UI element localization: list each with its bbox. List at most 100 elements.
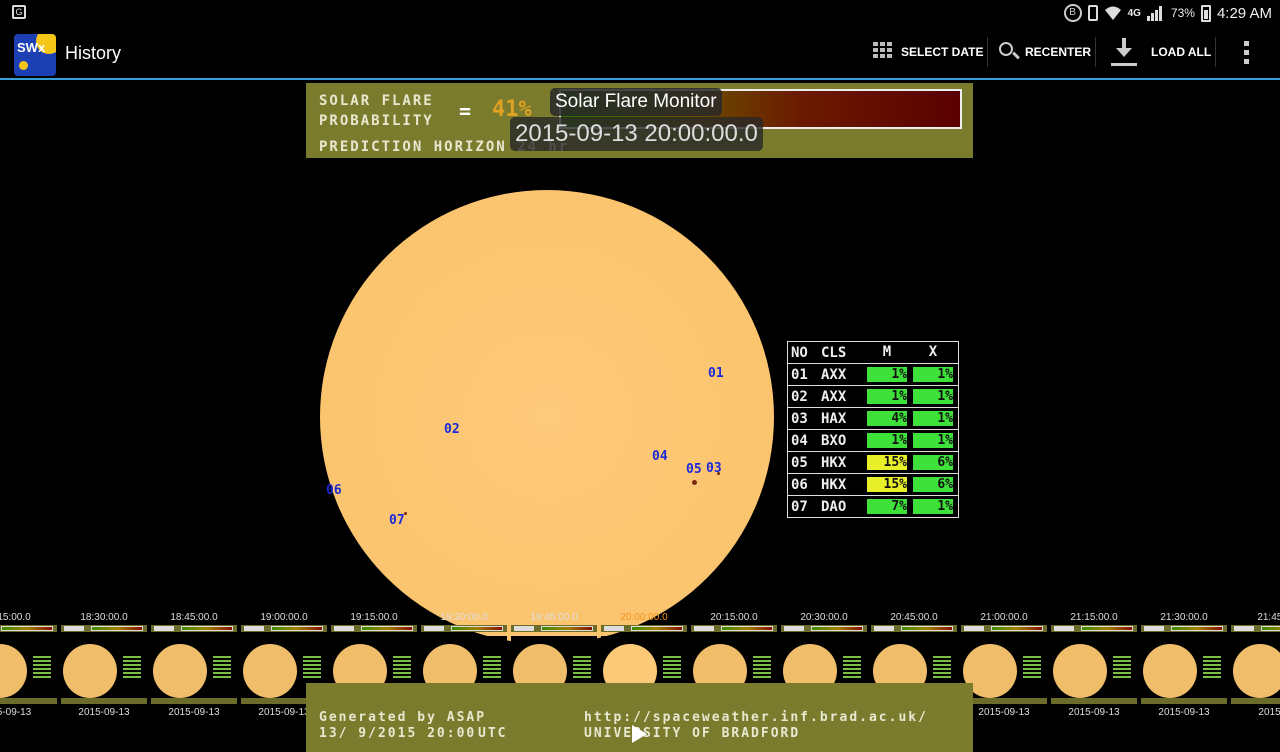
solar-disk-image[interactable]: 01 02 03 04 05 06 07	[320, 190, 774, 644]
frame-thumbnail	[0, 636, 57, 704]
frame-header	[1231, 625, 1280, 632]
play-icon[interactable]	[632, 725, 647, 743]
load-all-button[interactable]: LOAD ALL	[1111, 37, 1211, 67]
frame-header	[1141, 625, 1227, 632]
app-title-toast: Solar Flare Monitor	[550, 88, 722, 116]
history-frame[interactable]: 21:30:00.0 2015-09-13	[1140, 610, 1228, 720]
region-number: 06	[791, 476, 808, 493]
frame-header	[241, 625, 327, 632]
footer-url: http://spaceweather.inf.brad.ac.uk/	[584, 710, 928, 725]
divider	[1095, 37, 1096, 67]
table-row: 06 HKX 15% 6%	[788, 473, 958, 495]
frame-header	[151, 625, 237, 632]
x-probability: 1%	[913, 499, 953, 514]
history-frame[interactable]: 21:45:0 2015-0	[1230, 610, 1280, 720]
frame-footer	[1141, 698, 1227, 704]
frame-time: 19:15:00.0	[350, 612, 398, 623]
m-probability: 15%	[867, 455, 907, 470]
zoom-icon	[999, 42, 1020, 62]
table-row: 05 HKX 15% 6%	[788, 451, 958, 473]
frame-time: 21:00:00.0	[980, 612, 1028, 623]
frame-time: 20:30:00.0	[800, 612, 848, 623]
region-label: 07	[389, 513, 405, 528]
app-logo-icon[interactable]: SWx	[14, 34, 56, 76]
footer-institution: UNIVERSITY OF BRADFORD	[584, 726, 801, 741]
frame-footer	[961, 698, 1047, 704]
table-row: 01 AXX 1% 1%	[788, 363, 958, 385]
frame-time: 18:30:00.0	[80, 612, 128, 623]
frame-time: 21:45:0	[1257, 612, 1280, 623]
table-row: 04 BXO 1% 1%	[788, 429, 958, 451]
divider	[1215, 37, 1216, 67]
frame-thumbnail	[1231, 636, 1280, 704]
region-class: AXX	[821, 388, 847, 405]
equals-sign: =	[459, 99, 472, 123]
history-frame[interactable]: 15:00.0 5-09-13	[0, 610, 58, 720]
frame-thumbnail	[961, 636, 1047, 704]
battery-percent: 73%	[1170, 6, 1195, 20]
history-frame[interactable]: 21:00:00.0 2015-09-13	[960, 610, 1048, 720]
region-number: 07	[791, 498, 808, 515]
frame-header	[691, 625, 777, 632]
frame-footer	[0, 698, 57, 704]
region-number: 04	[791, 432, 808, 449]
recenter-button[interactable]: RECENTER	[999, 37, 1091, 67]
download-icon	[1111, 38, 1137, 66]
region-class: BXO	[821, 432, 847, 449]
table-row: 02 AXX 1% 1%	[788, 385, 958, 407]
x-probability: 6%	[913, 477, 953, 492]
frame-header	[781, 625, 867, 632]
frame-footer	[1051, 698, 1137, 704]
frame-thumbnail	[1141, 636, 1227, 704]
bluetooth-icon: B	[1063, 4, 1082, 22]
m-probability: 7%	[867, 499, 907, 514]
col-header: CLS	[821, 344, 847, 361]
footer-timezone: UTC	[478, 726, 508, 741]
frame-time: 19:30:00.0	[440, 612, 488, 623]
frame-time: 20:45:00.0	[890, 612, 938, 623]
sunspot	[692, 480, 697, 485]
status-bar: G B 4G 73% 4:29 AM	[0, 0, 1280, 25]
col-header: M	[882, 344, 892, 360]
recenter-label: RECENTER	[1025, 45, 1092, 59]
frame-time: 21:30:00.0	[1160, 612, 1208, 623]
region-class: DAO	[821, 498, 847, 515]
region-label: 01	[708, 366, 724, 381]
region-class: AXX	[821, 366, 847, 383]
m-probability: 4%	[867, 411, 907, 426]
frame-footer	[1231, 698, 1280, 704]
select-date-label: SELECT DATE	[901, 45, 984, 59]
frame-header	[61, 625, 147, 632]
history-frame[interactable]: 18:45:00.0 2015-09-13	[150, 610, 238, 720]
sunspot	[404, 512, 407, 515]
frame-header	[0, 625, 57, 632]
x-probability: 1%	[913, 411, 953, 426]
overflow-menu-icon[interactable]	[1244, 41, 1250, 65]
region-label: 06	[326, 483, 342, 498]
battery-icon	[1200, 4, 1211, 22]
region-label: 02	[444, 422, 460, 437]
m-probability: 15%	[867, 477, 907, 492]
frame-thumbnail	[151, 636, 237, 704]
probability-label-2: PROBABILITY	[319, 113, 434, 129]
vibrate-icon	[1087, 5, 1098, 21]
region-number: 01	[791, 366, 808, 383]
frame-thumbnail	[61, 636, 147, 704]
frame-header	[871, 625, 957, 632]
m-probability: 1%	[867, 389, 907, 404]
history-frame[interactable]: 21:15:00.0 2015-09-13	[1050, 610, 1138, 720]
frame-date: 2015-0	[1258, 707, 1280, 718]
frame-date: 2015-09-13	[78, 707, 130, 718]
table-header: NO CLS M X	[788, 342, 958, 363]
frame-time: 18:45:00.0	[170, 612, 218, 623]
x-probability: 1%	[913, 433, 953, 448]
select-date-button[interactable]: SELECT DATE	[873, 37, 983, 67]
divider	[987, 37, 988, 67]
frame-time: 20:00:00.0	[620, 612, 668, 623]
history-frame[interactable]: 18:30:00.0 2015-09-13	[60, 610, 148, 720]
frame-date: 2015-09-13	[1068, 707, 1120, 718]
action-bar: SWx History SELECT DATE RECENTER LOAD AL…	[0, 25, 1280, 80]
notification-icon: G	[12, 5, 26, 19]
region-number: 02	[791, 388, 808, 405]
sunspot	[717, 472, 720, 475]
